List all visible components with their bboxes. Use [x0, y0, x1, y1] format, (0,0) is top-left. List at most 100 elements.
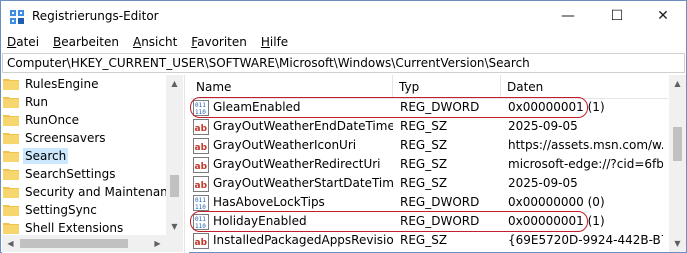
scroll-down-icon[interactable]: ▼ — [166, 218, 183, 235]
table-row[interactable]: ab GrayOutWeatherEndDateTime REG_SZ 2025… — [190, 117, 668, 136]
scroll-thumb[interactable] — [170, 175, 179, 197]
list-header: Name Typ Daten — [190, 75, 668, 99]
cell-name: ab InstalledPackagedAppsRevision — [193, 231, 393, 250]
list-vertical-scrollbar[interactable]: ▲ ▼ — [669, 75, 686, 252]
menu-ansicht-label: nsicht — [141, 35, 178, 49]
svg-text:011: 011 — [195, 102, 206, 109]
tree-vertical-scrollbar[interactable]: ▲ ▼ — [166, 75, 183, 235]
menu-ansicht[interactable]: Ansicht — [126, 32, 184, 52]
string-icon: ab — [193, 156, 209, 173]
value-type: REG_SZ — [400, 176, 448, 190]
cell-name: ab GrayOutWeatherIconUri — [193, 136, 393, 155]
menu-bearbeiten-label: earbeiten — [61, 35, 119, 49]
close-button[interactable]: ✕ — [640, 1, 686, 31]
table-row[interactable]: ab GrayOutWeatherStartDateTime REG_SZ 20… — [190, 174, 668, 193]
svg-text:ab: ab — [195, 238, 208, 248]
value-name: GleamEnabled — [213, 100, 301, 114]
svg-text:ab: ab — [195, 181, 208, 191]
folder-icon — [3, 186, 19, 198]
table-row[interactable]: ab InstalledPackagedAppsRevision REG_SZ … — [190, 231, 668, 250]
scroll-up-icon[interactable]: ▲ — [669, 75, 686, 92]
cell-name: 011 110 HolidayEnabled — [193, 212, 393, 231]
string-icon: ab — [193, 232, 209, 249]
value-name: InstalledPackagedAppsRevision — [213, 233, 393, 247]
value-data: microsoft-edge://?cid=6fb... — [508, 157, 663, 171]
window-title: Registrierungs-Editor — [32, 9, 159, 23]
table-row[interactable]: 011 110 HolidayEnabled REG_DWORD 0x000000… — [190, 212, 668, 231]
title-bar[interactable]: Registrierungs-Editor — ☐ ✕ — [1, 1, 686, 31]
value-type: REG_SZ — [400, 119, 448, 133]
folder-icon — [3, 222, 19, 234]
menu-ansicht-mnemonic: A — [132, 35, 142, 49]
key-tree: RulesEngine Run RunOnce Screensavers Sea… — [2, 75, 184, 253]
menu-bearbeiten[interactable]: Bearbeiten — [46, 32, 126, 52]
maximize-button[interactable]: ☐ — [594, 1, 640, 31]
value-data: 2025-09-05 — [508, 119, 578, 133]
menu-datei[interactable]: Datei — [1, 32, 46, 52]
menu-hilfe-mnemonic: H — [260, 35, 270, 49]
scroll-up-icon[interactable]: ▲ — [166, 75, 183, 92]
scroll-right-icon[interactable]: ▶ — [149, 235, 166, 252]
cell-name: ab GrayOutWeatherEndDateTime — [193, 117, 393, 136]
menu-datei-mnemonic: D — [7, 35, 17, 49]
tree-item-label: Security and Maintenance — [25, 185, 182, 199]
tree-item-searchsettings[interactable]: SearchSettings — [2, 165, 167, 183]
pane-splitter[interactable] — [184, 75, 189, 253]
minimize-button[interactable]: — — [545, 1, 591, 31]
svg-text:011: 011 — [195, 197, 206, 204]
tree-item-screensavers[interactable]: Screensavers — [2, 129, 167, 147]
value-name: HasAboveLockTips — [213, 195, 325, 209]
scroll-thumb[interactable] — [673, 127, 682, 161]
cell-name: ab GrayOutWeatherStartDateTime — [193, 174, 393, 193]
tree-item-label: SettingSync — [25, 203, 97, 217]
column-header-type[interactable]: Typ — [393, 75, 501, 99]
value-name: GrayOutWeatherRedirectUri — [213, 157, 381, 171]
svg-text:110: 110 — [195, 204, 206, 211]
cell-name: 011 110 GleamEnabled — [193, 98, 393, 117]
tree-item-settingsync[interactable]: SettingSync — [2, 201, 167, 219]
svg-text:ab: ab — [195, 143, 208, 153]
dword-icon: 011110 — [193, 194, 209, 211]
value-type: REG_SZ — [400, 233, 448, 247]
value-data: 0x00000001 (1) — [508, 100, 605, 114]
svg-text:ab: ab — [195, 162, 208, 172]
tree-item-label: RulesEngine — [25, 77, 99, 91]
table-row[interactable]: 011 110 HasAboveLockTips REG_DWORD 0x0000… — [190, 193, 668, 212]
value-type: REG_DWORD — [400, 100, 480, 114]
value-name: GrayOutWeatherIconUri — [213, 138, 357, 152]
svg-text:110: 110 — [195, 223, 206, 230]
tree-item-runonce[interactable]: RunOnce — [2, 111, 167, 129]
scroll-down-icon[interactable]: ▼ — [669, 235, 686, 252]
value-type: REG_DWORD — [400, 214, 480, 228]
value-type: REG_SZ — [400, 138, 448, 152]
menu-hilfe-label: ilfe — [269, 35, 289, 49]
address-bar[interactable]: Computer\HKEY_CURRENT_USER\SOFTWARE\Micr… — [2, 53, 685, 73]
tree-item-label: Run — [25, 95, 49, 109]
tree-item-label: Search — [23, 148, 69, 164]
menu-favoriten[interactable]: Favoriten — [184, 32, 254, 52]
tree-item-run[interactable]: Run — [2, 93, 167, 111]
tree-horizontal-scrollbar[interactable]: ◀ ▶ — [2, 235, 166, 252]
table-row[interactable]: ab GrayOutWeatherIconUri REG_SZ https://… — [190, 136, 668, 155]
value-data: https://assets.msn.com/w... — [508, 138, 663, 152]
tree-item-search[interactable]: Search — [2, 147, 167, 165]
column-header-name[interactable]: Name — [190, 75, 393, 99]
scroll-corner — [166, 235, 183, 252]
folder-icon — [3, 114, 19, 126]
scroll-thumb[interactable] — [20, 239, 128, 248]
column-header-data[interactable]: Daten — [501, 75, 668, 99]
table-row[interactable]: 011 110 GleamEnabled REG_DWORD 0x00000001… — [190, 98, 668, 117]
value-type: REG_DWORD — [400, 195, 480, 209]
menu-hilfe[interactable]: Hilfe — [254, 32, 295, 52]
registry-editor-window: Registrierungs-Editor — ☐ ✕ Datei Bearbe… — [0, 0, 687, 253]
menu-bar: Datei Bearbeiten Ansicht Favoriten Hilfe — [1, 32, 686, 52]
folder-icon — [3, 168, 19, 180]
table-row[interactable]: ab GrayOutWeatherRedirectUri REG_SZ micr… — [190, 155, 668, 174]
tree-item-security-and-maintenance[interactable]: Security and Maintenance — [2, 183, 182, 201]
folder-icon — [3, 132, 19, 144]
tree-item-label: Shell Extensions — [25, 221, 124, 235]
value-name: HolidayEnabled — [213, 214, 307, 228]
scroll-left-icon[interactable]: ◀ — [2, 235, 19, 252]
tree-item-rulesengine[interactable]: RulesEngine — [2, 75, 167, 93]
dword-icon: 011110 — [193, 99, 209, 116]
